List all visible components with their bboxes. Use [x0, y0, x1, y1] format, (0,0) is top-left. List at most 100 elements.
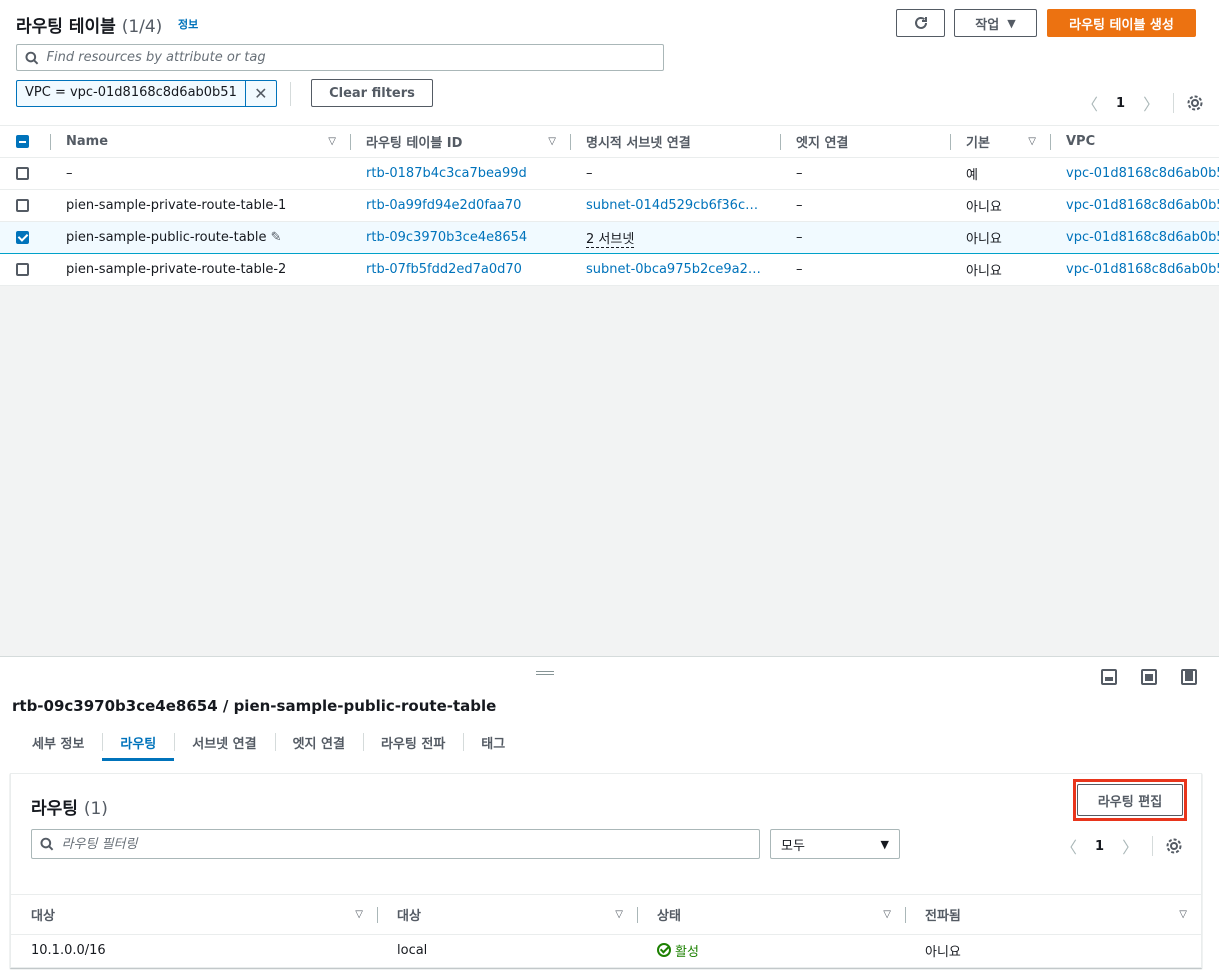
cell-name: –: [50, 157, 350, 190]
cell-subnet-link[interactable]: subnet-014d529cb6f36c…: [570, 189, 780, 222]
edit-routes-button[interactable]: 라우팅 편집: [1077, 784, 1183, 816]
subnet-count-popover[interactable]: 2 서브넷: [586, 232, 635, 248]
cell-subnet[interactable]: 2 서브넷: [570, 221, 780, 254]
cell-destination: 10.1.0.0/16: [31, 943, 106, 959]
column-header-target[interactable]: 대상 ▽: [377, 894, 637, 935]
panel-full-icon[interactable]: [1181, 669, 1197, 685]
sort-icon[interactable]: ▽: [883, 909, 891, 920]
clear-filters-label: Clear filters: [329, 85, 415, 101]
row-checkbox[interactable]: [16, 263, 29, 276]
column-header-vpc[interactable]: VPC: [1050, 125, 1219, 158]
routes-title: 라우팅 (1): [31, 794, 108, 819]
filter-token-text: VPC = vpc-01d8168c8d6ab0b51: [17, 81, 246, 106]
select-all-cell: [0, 125, 50, 158]
tab-subnet-associations[interactable]: 서브넷 연결: [174, 727, 274, 761]
sort-icon[interactable]: ▽: [355, 909, 363, 920]
column-header-name[interactable]: Name ▽: [50, 125, 350, 158]
panel-layout-controls: [1101, 669, 1197, 685]
column-header-edge[interactable]: 엣지 연결: [780, 125, 950, 158]
detail-tabs: 세부 정보 라우팅 서브넷 연결 엣지 연결 라우팅 전파 태그: [14, 727, 523, 761]
column-header-label: 라우팅 테이블 ID: [366, 136, 463, 151]
table-row[interactable]: pien-sample-private-route-table-1 rtb-0a…: [0, 189, 1219, 222]
resize-handle[interactable]: [536, 671, 554, 675]
column-separator: [905, 907, 906, 923]
table-row-selected[interactable]: pien-sample-public-route-table ✎ rtb-09c…: [0, 221, 1219, 254]
resource-search: [16, 44, 664, 71]
column-separator: [637, 907, 638, 923]
close-icon[interactable]: ✕: [246, 81, 276, 106]
column-header-destination[interactable]: 대상 ▽: [11, 894, 377, 935]
table-header-row: Name ▽ 라우팅 테이블 ID ▽ 명시적 서브넷 연결 엣지 연결 기본 ▽ V…: [0, 125, 1219, 158]
cell-main: 예: [950, 157, 1050, 190]
route-scope-value: 모두: [781, 838, 805, 854]
row-checkbox[interactable]: [16, 199, 29, 212]
cell-vpc-link[interactable]: vpc-01d8168c8d6ab0b51: [1050, 221, 1219, 254]
tab-route-propagation[interactable]: 라우팅 전파: [362, 727, 463, 761]
select-all-checkbox[interactable]: [16, 135, 29, 148]
column-header-propagated[interactable]: 전파됨 ▽: [905, 894, 1201, 935]
chevron-right-icon[interactable]: 〉: [1143, 91, 1159, 115]
cell-vpc-link[interactable]: vpc-01d8168c8d6ab0b51: [1050, 157, 1219, 190]
column-header-id[interactable]: 라우팅 테이블 ID ▽: [350, 125, 570, 158]
status-badge: 활성: [657, 941, 699, 960]
actions-dropdown[interactable]: 작업 ▼: [954, 9, 1037, 37]
create-route-table-button[interactable]: 라우팅 테이블 생성: [1047, 9, 1196, 37]
tab-edge-associations[interactable]: 엣지 연결: [274, 727, 363, 761]
sort-icon[interactable]: ▽: [328, 136, 336, 147]
column-header-label: Name: [66, 134, 109, 149]
row-checkbox-checked[interactable]: [16, 231, 29, 244]
sort-icon[interactable]: ▽: [1028, 136, 1036, 147]
page-number[interactable]: 1: [1116, 96, 1125, 111]
sort-icon[interactable]: ▽: [1179, 909, 1187, 920]
gear-icon[interactable]: [1186, 94, 1204, 112]
cell-name: pien-sample-public-route-table ✎: [50, 221, 350, 254]
edit-pencil-icon[interactable]: ✎: [271, 230, 282, 245]
filter-divider: [290, 82, 291, 106]
route-filter-input[interactable]: [61, 836, 759, 852]
cell-vpc-link[interactable]: vpc-01d8168c8d6ab0b51: [1050, 189, 1219, 222]
cell-edge: –: [780, 189, 950, 222]
cell-vpc-link[interactable]: vpc-01d8168c8d6ab0b51: [1050, 253, 1219, 286]
column-separator: [570, 134, 571, 150]
caret-down-icon: ▼: [1007, 16, 1016, 30]
cell-route-table-id-link[interactable]: rtb-0a99fd94e2d0faa70: [350, 189, 570, 222]
table-row[interactable]: pien-sample-private-route-table-2 rtb-07…: [0, 253, 1219, 286]
column-separator: [377, 907, 378, 923]
split-panel: rtb-09c3970b3ce4e8654 / pien-sample-publ…: [0, 656, 1219, 977]
chevron-right-icon[interactable]: 〉: [1122, 834, 1138, 858]
cell-route-table-id-link[interactable]: rtb-09c3970b3ce4e8654: [350, 221, 570, 254]
panel-half-icon[interactable]: [1141, 669, 1157, 685]
info-link[interactable]: 정보: [178, 16, 198, 32]
column-header-label: 기본: [966, 136, 990, 151]
sort-icon[interactable]: ▽: [548, 136, 556, 147]
tab-details[interactable]: 세부 정보: [14, 727, 102, 761]
column-header-subnet[interactable]: 명시적 서브넷 연결: [570, 125, 780, 158]
column-separator: [950, 134, 951, 150]
column-header-main[interactable]: 기본 ▽: [950, 125, 1050, 158]
chevron-left-icon[interactable]: 〈: [1061, 834, 1077, 858]
routes-page-number[interactable]: 1: [1095, 839, 1104, 854]
cell-target: local: [397, 943, 428, 959]
status-text: 활성: [675, 944, 699, 960]
gear-icon[interactable]: [1165, 837, 1183, 855]
tab-tags[interactable]: 태그: [463, 727, 523, 761]
cell-route-table-id-link[interactable]: rtb-0187b4c3ca7bea99d: [350, 157, 570, 190]
route-table-panel: 라우팅 테이블 (1/4) 정보 작업 ▼ 라우팅 테이블 생성 VPC = v…: [0, 0, 1219, 286]
route-scope-select[interactable]: 모두 ▼: [770, 829, 900, 859]
cell-subnet-link[interactable]: subnet-0bca975b2ce9a2…: [570, 253, 780, 286]
tab-routes[interactable]: 라우팅: [102, 727, 175, 761]
clear-filters-button[interactable]: Clear filters: [311, 79, 433, 107]
table-row[interactable]: – rtb-0187b4c3ca7bea99d – – 예 vpc-01d816…: [0, 157, 1219, 190]
detail-title: rtb-09c3970b3ce4e8654 / pien-sample-publ…: [12, 697, 497, 715]
cell-route-table-id-link[interactable]: rtb-07fb5fdd2ed7a0d70: [350, 253, 570, 286]
refresh-button[interactable]: [896, 9, 945, 37]
sort-icon[interactable]: ▽: [615, 909, 623, 920]
panel-bottom-icon[interactable]: [1101, 669, 1117, 685]
column-separator: [350, 134, 351, 150]
column-header-status[interactable]: 상태 ▽: [637, 894, 905, 935]
column-header-label: 엣지 연결: [796, 136, 849, 151]
chevron-left-icon[interactable]: 〈: [1082, 91, 1098, 115]
row-checkbox[interactable]: [16, 167, 29, 180]
search-input[interactable]: [46, 50, 663, 65]
cell-main: 아니요: [950, 189, 1050, 222]
